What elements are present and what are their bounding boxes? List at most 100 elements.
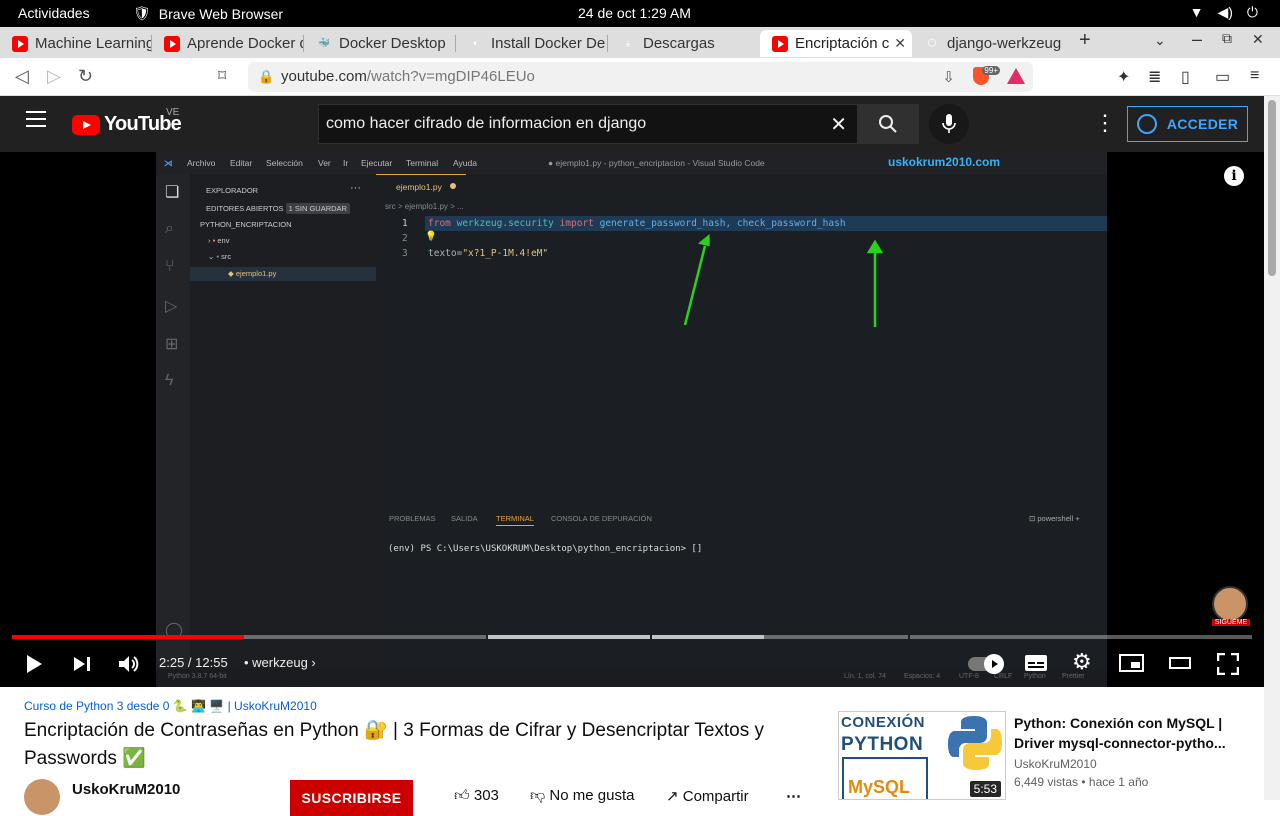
- tab-title: Machine Learning: [35, 35, 152, 52]
- forward-icon[interactable]: ▷: [47, 66, 61, 87]
- more-actions-icon[interactable]: ⋯: [786, 787, 801, 805]
- tab-aprende-docker[interactable]: Aprende Docker d: [152, 30, 304, 57]
- app-name: Brave Web Browser: [158, 5, 284, 22]
- playlist-link[interactable]: Curso de Python 3 desde 0 🐍 👨‍💻 🖥️ | Usk…: [24, 699, 317, 713]
- tab-docker-desktop[interactable]: 🐳 Docker Desktop: [304, 30, 456, 57]
- related-channel[interactable]: UskoKruM2010: [1014, 757, 1097, 771]
- chapter-segment: [202, 635, 486, 639]
- brave-rewards-icon[interactable]: [1007, 68, 1025, 84]
- power-icon: ⏻: [1246, 4, 1258, 20]
- shell-selector: ⊡ powershell +: [1029, 514, 1080, 523]
- tab-machine-learning[interactable]: Machine Learning: [0, 30, 152, 57]
- lock-icon: 🔒: [258, 69, 275, 84]
- clock[interactable]: 24 de oct 1:29 AM: [578, 5, 691, 21]
- sign-in-label: ACCEDER: [1166, 116, 1239, 132]
- docker-icon: 🐳: [317, 38, 331, 49]
- related-video-thumbnail[interactable]: CONEXIÓN PYTHON MySQL 5:53: [838, 711, 1006, 800]
- thumbnail-text: PYTHON: [841, 734, 924, 755]
- play-icon[interactable]: [25, 654, 43, 674]
- page-scrollbar[interactable]: [1264, 96, 1280, 800]
- tab-title: Docker Desktop: [339, 35, 446, 52]
- dislike-button[interactable]: 👎︎ No me gusta: [530, 787, 634, 805]
- tab-title: Encriptación c: [795, 35, 890, 52]
- green-arrow-head: [866, 239, 884, 254]
- youtube-icon: [164, 35, 180, 52]
- miniplayer-icon[interactable]: [1119, 654, 1144, 672]
- search-button[interactable]: [857, 104, 919, 144]
- volume-icon[interactable]: [118, 654, 140, 674]
- close-tab-icon[interactable]: ✕: [894, 35, 906, 52]
- restore-icon[interactable]: ⧉: [1222, 30, 1232, 47]
- close-window-icon[interactable]: ✕: [1252, 31, 1264, 48]
- tab-list-chevron-icon[interactable]: ⌄: [1154, 32, 1166, 49]
- thumbs-down-icon: 👎︎: [530, 787, 546, 804]
- autoplay-toggle[interactable]: [968, 654, 1004, 674]
- share-button[interactable]: ↗ Compartir: [666, 787, 749, 805]
- youtube-logo[interactable]: YouTube: [72, 113, 182, 136]
- browser-tab-strip: Machine Learning Aprende Docker d 🐳 Dock…: [0, 27, 1280, 58]
- sign-in-button[interactable]: ACCEDER: [1127, 106, 1248, 142]
- channel-name[interactable]: UskoKruM2010: [72, 781, 180, 798]
- activities-button[interactable]: Actividades: [18, 5, 90, 21]
- sigueme-label: SIGUEME: [1212, 619, 1250, 626]
- search-icon: [879, 115, 897, 133]
- like-button[interactable]: 👍︎ 303: [454, 787, 499, 805]
- annotation-arrows: [683, 234, 884, 327]
- hamburger-menu-icon[interactable]: [26, 111, 46, 132]
- video-frame: ⋊ Archivo Editar Selección Ver Ir Ejecut…: [156, 152, 1107, 687]
- sidebar-icon[interactable]: ▯: [1181, 67, 1190, 87]
- download-icon: ⤓: [625, 38, 631, 49]
- install-app-icon[interactable]: ⇩: [942, 68, 955, 86]
- more-options-icon[interactable]: ⋮: [1094, 110, 1116, 136]
- tab-title: Aprende Docker d: [187, 35, 304, 52]
- theater-mode-icon[interactable]: [1169, 657, 1191, 669]
- progress-bar[interactable]: [12, 635, 1252, 639]
- wallet-icon[interactable]: ▭: [1215, 67, 1230, 87]
- played-range: [12, 635, 245, 639]
- tab-descargas[interactable]: ⤓ Descargas: [608, 30, 760, 57]
- panel-tab-terminal: TERMINAL: [496, 514, 534, 526]
- scrollbar-thumb[interactable]: [1268, 100, 1276, 276]
- new-tab-button[interactable]: +: [1079, 29, 1091, 52]
- search-box[interactable]: como hacer cifrado de informacion en dja…: [318, 104, 858, 144]
- channel-avatar-icon: [1212, 586, 1248, 622]
- buffered-range: [488, 635, 650, 639]
- next-icon[interactable]: [72, 655, 92, 673]
- bookmark-icon[interactable]: ⌑: [218, 66, 226, 86]
- tab-encriptacion[interactable]: Encriptación c ✕: [760, 30, 912, 57]
- url-text[interactable]: youtube.com/watch?v=mgDIP46LEUo: [281, 68, 535, 85]
- subtitles-icon[interactable]: [1024, 654, 1048, 672]
- buffered-range: [652, 635, 764, 639]
- search-input[interactable]: como hacer cifrado de informacion en dja…: [326, 115, 646, 133]
- reload-icon[interactable]: ↻: [78, 66, 93, 87]
- info-icon[interactable]: i: [1224, 166, 1244, 186]
- clear-search-icon[interactable]: ✕: [830, 112, 847, 137]
- address-bar[interactable]: 🔒 youtube.com/watch?v=mgDIP46LEUo ⇩ 99+: [248, 62, 1033, 92]
- youtube-header: YouTube VE como hacer cifrado de informa…: [0, 96, 1264, 152]
- channel-watermark[interactable]: SIGUEME: [1212, 586, 1250, 626]
- tab-title: django-werkzeug: [947, 35, 1062, 52]
- browser-toolbar: ◁ ▷ ↻ ⌑ 🔒 youtube.com/watch?v=mgDIP46LEU…: [0, 58, 1280, 96]
- terminal-output: (env) PS C:\Users\USKOKRUM\Desktop\pytho…: [388, 544, 703, 554]
- subscribe-button[interactable]: SUSCRIBIRSE: [290, 780, 413, 816]
- channel-avatar[interactable]: [24, 779, 60, 815]
- related-video-title[interactable]: Python: Conexión con MySQL | Driver mysq…: [1014, 713, 1234, 753]
- system-tray[interactable]: ▼ ◀) ⏻: [1190, 4, 1258, 21]
- minimize-icon[interactable]: –: [1192, 29, 1202, 50]
- chapter-title[interactable]: • werkzeug ›: [244, 655, 316, 670]
- video-player[interactable]: ⋊ Archivo Editar Selección Ver Ir Ejecut…: [0, 152, 1264, 687]
- voice-search-button[interactable]: [929, 104, 969, 144]
- settings-gear-icon[interactable]: ⚙: [1072, 649, 1092, 675]
- tab-django-werkzeug[interactable]: ⬡ django-werkzeug: [912, 30, 1064, 57]
- fullscreen-icon[interactable]: [1217, 653, 1239, 675]
- player-controls: 2:25 / 12:55 • werkzeug › ⚙: [0, 642, 1264, 682]
- tab-install-docker[interactable]: ◐ Install Docker De: [456, 30, 608, 57]
- youtube-icon: [12, 35, 28, 52]
- back-icon[interactable]: ◁: [15, 66, 29, 87]
- app-menu[interactable]: 🛡 Brave Web Browser: [133, 5, 283, 22]
- menu-icon[interactable]: ≡: [1250, 67, 1259, 85]
- chapter-segment: [910, 635, 1252, 639]
- extensions-icon[interactable]: ✦: [1117, 67, 1130, 87]
- playlist-icon[interactable]: ≣: [1148, 67, 1161, 87]
- video-duration: 5:53: [969, 781, 1001, 797]
